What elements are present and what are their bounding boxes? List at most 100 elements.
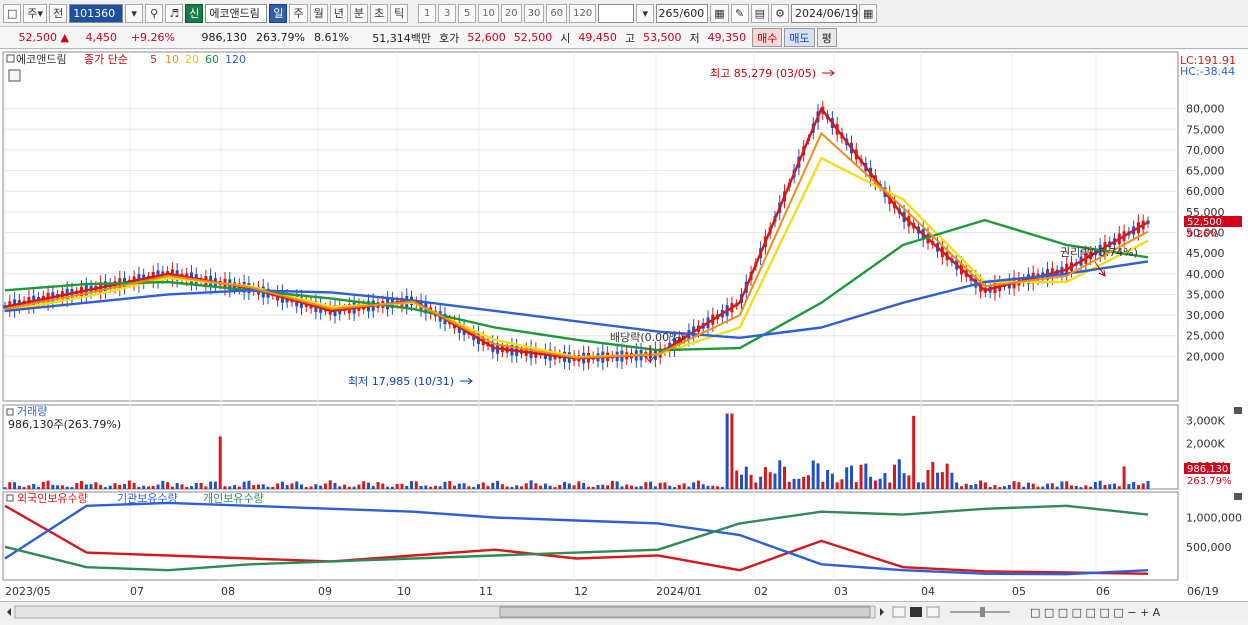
- tab-second[interactable]: 초: [369, 3, 389, 23]
- scroll-right-icon[interactable]: [880, 608, 884, 616]
- view-icons[interactable]: □ □ □ □ □ □ □ − + A: [1030, 606, 1161, 619]
- x-tick-label: 05: [1012, 585, 1026, 598]
- volume-bar: [13, 482, 17, 489]
- volume-bar: [1012, 481, 1016, 489]
- interval-5[interactable]: 5: [458, 3, 477, 23]
- volume-bar: [716, 486, 720, 489]
- volume-bar: [567, 483, 571, 489]
- volume-bar: [639, 486, 643, 489]
- tab-year[interactable]: 년: [329, 3, 348, 23]
- price-tick-label: 20,000: [1186, 350, 1225, 363]
- sell-button[interactable]: 매도: [784, 28, 815, 47]
- volume-bar: [3, 487, 7, 489]
- volume-bar: [94, 482, 98, 489]
- volume-bar: [577, 481, 581, 489]
- volume-bar: [696, 480, 700, 489]
- volume-bar: [931, 461, 935, 489]
- quote-bar: 52,500 ▲ 4,450 +9.26% 986,130 263.79% 8.…: [0, 27, 1248, 49]
- volume-bar: [682, 483, 686, 489]
- zoom-handle[interactable]: [980, 607, 985, 617]
- candle-icon[interactable]: ▦: [710, 3, 729, 23]
- gear-icon[interactable]: ⚙: [771, 3, 790, 23]
- volume-bar: [60, 485, 64, 489]
- volume-value-label: 986,130주(263.79%): [8, 418, 121, 431]
- new-badge[interactable]: 신: [185, 3, 204, 23]
- volume-bar: [515, 485, 519, 489]
- volume-bar: [280, 481, 284, 489]
- volume-bar: [204, 486, 208, 489]
- volume-bar: [65, 486, 69, 489]
- price-tick-label: 70,000: [1186, 144, 1225, 157]
- count-input[interactable]: 265/600: [656, 3, 709, 23]
- layout-icon[interactable]: □: [3, 3, 22, 23]
- table-icon[interactable]: [8, 69, 21, 82]
- volume-bar: [386, 486, 390, 489]
- x-tick-label: 07: [130, 585, 144, 598]
- interval-10[interactable]: 10: [478, 3, 499, 23]
- holding-tick-label: 500,000: [1186, 541, 1232, 554]
- interval-120[interactable]: 120: [569, 3, 597, 23]
- volume-bar: [185, 486, 189, 489]
- interval-20[interactable]: 20: [500, 3, 522, 23]
- volume-bar: [156, 484, 160, 489]
- save-icon[interactable]: ▤: [750, 3, 770, 23]
- calendar-icon[interactable]: ▦: [859, 3, 878, 23]
- volume-bar: [692, 482, 696, 489]
- scroll-left-icon[interactable]: [7, 608, 11, 616]
- chevron-down-icon[interactable]: ▾: [636, 3, 655, 23]
- volume-bar: [739, 474, 743, 489]
- tab-week[interactable]: 주: [289, 3, 308, 23]
- volume-bar: [137, 486, 141, 489]
- volume-bar: [620, 486, 624, 489]
- eval-button[interactable]: 평: [816, 28, 837, 47]
- volume-bar: [199, 482, 203, 489]
- stock-code-input[interactable]: 101360: [69, 3, 124, 23]
- interval-30[interactable]: 30: [523, 3, 545, 23]
- volume-bar: [419, 486, 423, 489]
- tab-tick[interactable]: 틱: [390, 3, 409, 23]
- custom-interval-input[interactable]: [598, 3, 635, 23]
- legend-ma-5: 5: [150, 53, 157, 66]
- volume-bar: [763, 467, 767, 489]
- tab-month[interactable]: 월: [309, 3, 328, 23]
- tab-day[interactable]: 일: [269, 3, 288, 23]
- tab-minute[interactable]: 분: [349, 3, 368, 23]
- maximize-icon[interactable]: [1234, 493, 1242, 500]
- chart-scrollbar[interactable]: □ □ □ □ □ □ □ − + A: [0, 601, 1248, 621]
- volume-bar: [1055, 486, 1059, 489]
- date-input[interactable]: 2024/06/19: [791, 3, 858, 23]
- interval-1[interactable]: 1: [418, 3, 437, 23]
- search-icon[interactable]: ⚲: [145, 3, 164, 23]
- volume-bar: [572, 485, 576, 489]
- volume-bar: [323, 483, 327, 489]
- prev-page-icon[interactable]: [892, 606, 906, 618]
- dropdown-icon[interactable]: ▾: [125, 3, 144, 23]
- period-select[interactable]: 주 ▾: [23, 3, 48, 23]
- buy-button[interactable]: 매수: [752, 28, 783, 47]
- volume-bar: [352, 486, 356, 489]
- volume-bar: [1132, 482, 1136, 489]
- volume-bar: [1098, 480, 1102, 489]
- volume-bar: [983, 482, 987, 489]
- price-tick-label: 25,000: [1186, 330, 1225, 343]
- draw-tool-icon[interactable]: ✎: [730, 3, 749, 23]
- volume-bar: [333, 482, 337, 489]
- next-page-icon[interactable]: [926, 606, 940, 618]
- volume-bar: [151, 486, 155, 489]
- volume-bar: [586, 486, 590, 489]
- chart-area[interactable]: 20,000 25,000 30,000 35,000 40,000 45,000 50,0…: [0, 50, 1248, 601]
- chart-svg[interactable]: 20,00025,00030,00035,00040,00045,00050,0…: [0, 50, 1248, 601]
- volume-bar: [979, 480, 983, 489]
- interval-3[interactable]: 3: [438, 3, 457, 23]
- annotation-rights: 권리락(-5.74%): [1060, 246, 1138, 259]
- maximize-icon[interactable]: [1234, 407, 1242, 414]
- all-button[interactable]: 전: [49, 3, 68, 23]
- scroll-thumb[interactable]: [499, 606, 871, 618]
- volume-bar: [448, 481, 452, 489]
- speaker-icon[interactable]: ♬: [165, 3, 184, 23]
- volume-tag-text: 986,130: [1187, 464, 1228, 475]
- stop-icon[interactable]: [910, 607, 922, 617]
- interval-60[interactable]: 60: [546, 3, 568, 23]
- volume-bar: [75, 483, 79, 489]
- volume-bar: [711, 485, 715, 489]
